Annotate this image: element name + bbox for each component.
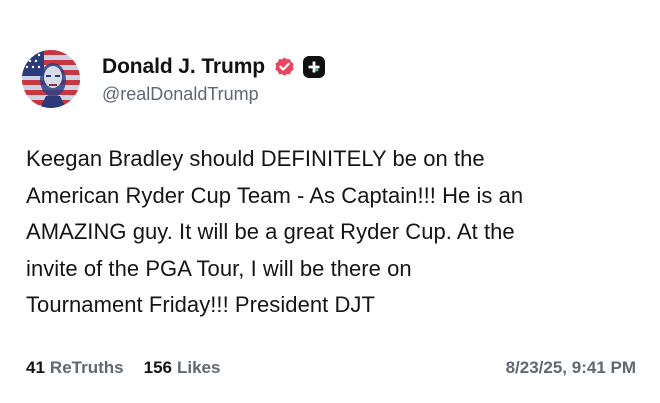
likes-count: 156 xyxy=(143,358,172,377)
truth-post: Donald J. Trump @realDonaldTrump Keegan … xyxy=(0,0,660,403)
post-header: Donald J. Trump @realDonaldTrump xyxy=(22,50,326,108)
display-name[interactable]: Donald J. Trump xyxy=(102,55,265,79)
post-text-line: American Ryder Cup Team - As Captain!!! … xyxy=(26,182,524,208)
plus-badge-icon xyxy=(303,56,326,78)
post-body: Keegan Bradley should DEFINITELY be on t… xyxy=(26,141,638,324)
flag-portrait-icon xyxy=(22,50,80,108)
post-timestamp[interactable]: 8/23/25, 9:41 PM xyxy=(506,358,636,378)
post-text-line: Tournament Friday!!! President DJT xyxy=(26,292,375,317)
likes-stat[interactable]: 156 Likes xyxy=(144,358,221,378)
post-text-line: invite of the PGA Tour, I will be there … xyxy=(26,255,412,281)
post-text-line: Keegan Bradley should DEFINITELY be on t… xyxy=(26,146,485,171)
author-identity: Donald J. Trump @realDonaldTrump xyxy=(102,53,326,105)
likes-label: Likes xyxy=(176,358,221,377)
avatar[interactable] xyxy=(22,50,80,108)
retruths-label: ReTruths xyxy=(49,358,124,377)
name-row: Donald J. Trump xyxy=(102,53,326,81)
retruths-stat[interactable]: 41 ReTruths xyxy=(26,358,124,378)
retruths-count: 41 xyxy=(26,358,45,377)
post-text-line: AMAZING guy. It will be a great Ryder Cu… xyxy=(26,219,515,244)
user-handle[interactable]: @realDonaldTrump xyxy=(102,84,325,105)
post-footer: 41 ReTruths 156 Likes 8/23/25, 9:41 PM xyxy=(26,356,636,380)
verified-badge-icon xyxy=(273,56,296,79)
